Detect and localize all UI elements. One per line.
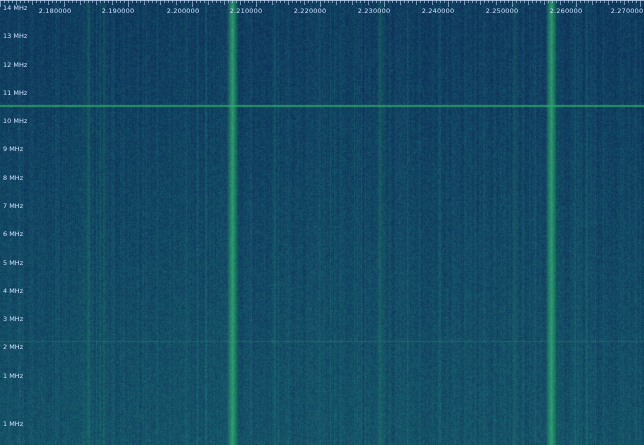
waterfall-spectrogram[interactable] <box>0 0 644 445</box>
waterfall-app: 2.180000 2.190000 2.200000 2.210000 2.22… <box>0 0 644 445</box>
